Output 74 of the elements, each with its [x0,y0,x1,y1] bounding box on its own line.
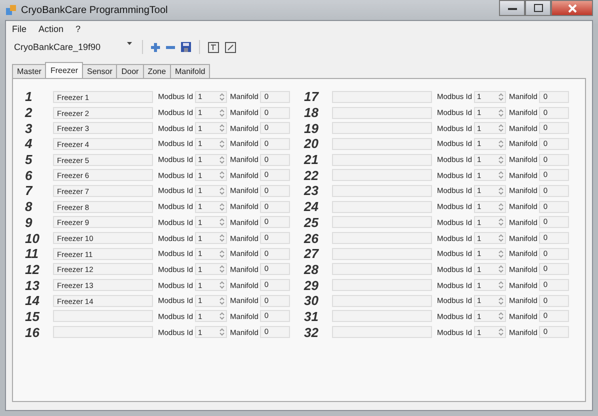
freezer-name-field[interactable] [332,200,432,213]
row-number: 22 [304,168,320,183]
save-icon[interactable] [181,42,191,52]
close-button[interactable] [551,0,593,16]
row-number: 15 [25,308,41,324]
freezer-name-field[interactable] [53,326,153,338]
row-number: 32 [304,324,320,340]
row-number: 24 [304,199,320,214]
row-number: 6 [25,168,34,183]
row-number: 19 [304,120,320,136]
freezer-name-field[interactable] [332,184,432,197]
close-icon [568,4,576,12]
row-number: 25 [304,214,320,230]
tab[interactable]: Zone [142,64,171,78]
row-number: 5 [25,152,34,168]
pencil-icon[interactable] [225,42,236,52]
row-number: 12 [25,262,40,277]
caret-icon [127,42,132,46]
row-number: 3 [25,120,34,136]
row-number: 30 [304,293,320,308]
freezer-name-field[interactable] [332,248,432,260]
freezer-name-field[interactable] [332,122,432,134]
row-number: 20 [304,136,320,152]
row-number: 29 [304,278,320,293]
tab[interactable]: Master [12,64,46,78]
freezer-name-field[interactable] [332,294,432,307]
tab[interactable]: Sensor [82,64,118,78]
row-number: 11 [25,246,40,262]
maximize-icon [534,4,542,12]
row-number: 7 [25,183,34,198]
freezer-name-field[interactable] [332,326,432,338]
freezer-name-field[interactable] [332,216,432,228]
menu-item[interactable]: ? [76,24,81,34]
row-number: 14 [25,293,40,308]
freezer-name-field[interactable] [332,138,432,150]
freezer-name-field[interactable] [332,106,432,119]
freezer-name-field[interactable] [53,310,153,322]
row-number: 31 [304,308,320,324]
freezer-name-field[interactable] [332,232,432,244]
row-number: 17 [304,89,320,104]
maximize-button[interactable] [525,0,551,16]
tab[interactable]: Door [116,64,144,78]
row-number: 27 [304,246,320,262]
row-number: 13 [25,278,40,293]
freezer-name-field[interactable] [332,169,432,182]
row-number: 9 [25,214,34,230]
row-number: 26 [304,230,320,246]
minus-icon[interactable] [166,46,175,48]
freezer-name-field[interactable] [332,90,432,103]
selector-dropdown[interactable]: CryoBankCare_19f90 [12,40,134,54]
tab[interactable]: Freezer [45,62,84,78]
minimize-icon [508,6,516,10]
freezer-name-field[interactable] [332,263,432,276]
window-icon[interactable] [208,42,219,52]
freezer-name-field[interactable] [332,310,432,322]
row-number: 16 [25,324,40,340]
app-icon [5,4,17,16]
row-number: 8 [25,199,34,214]
minimize-button[interactable] [499,0,525,16]
add-icon[interactable] [151,42,160,52]
row-number: 21 [304,152,320,168]
freezer-name-field[interactable] [332,279,432,292]
row-number: 23 [304,183,320,198]
tab[interactable]: Manifold [170,64,210,78]
row-number: 2 [25,105,34,120]
freezer-name-field[interactable] [332,154,432,166]
menu-item[interactable]: Action [38,24,64,34]
row-number: 1 [25,89,34,104]
row-number: 28 [304,262,320,277]
window-title: CryoBankCare ProgrammingTool [21,4,169,16]
row-number: 10 [25,230,40,246]
menu-item[interactable]: File [12,24,27,34]
row-number: 18 [304,105,320,120]
row-number: 4 [25,136,34,152]
